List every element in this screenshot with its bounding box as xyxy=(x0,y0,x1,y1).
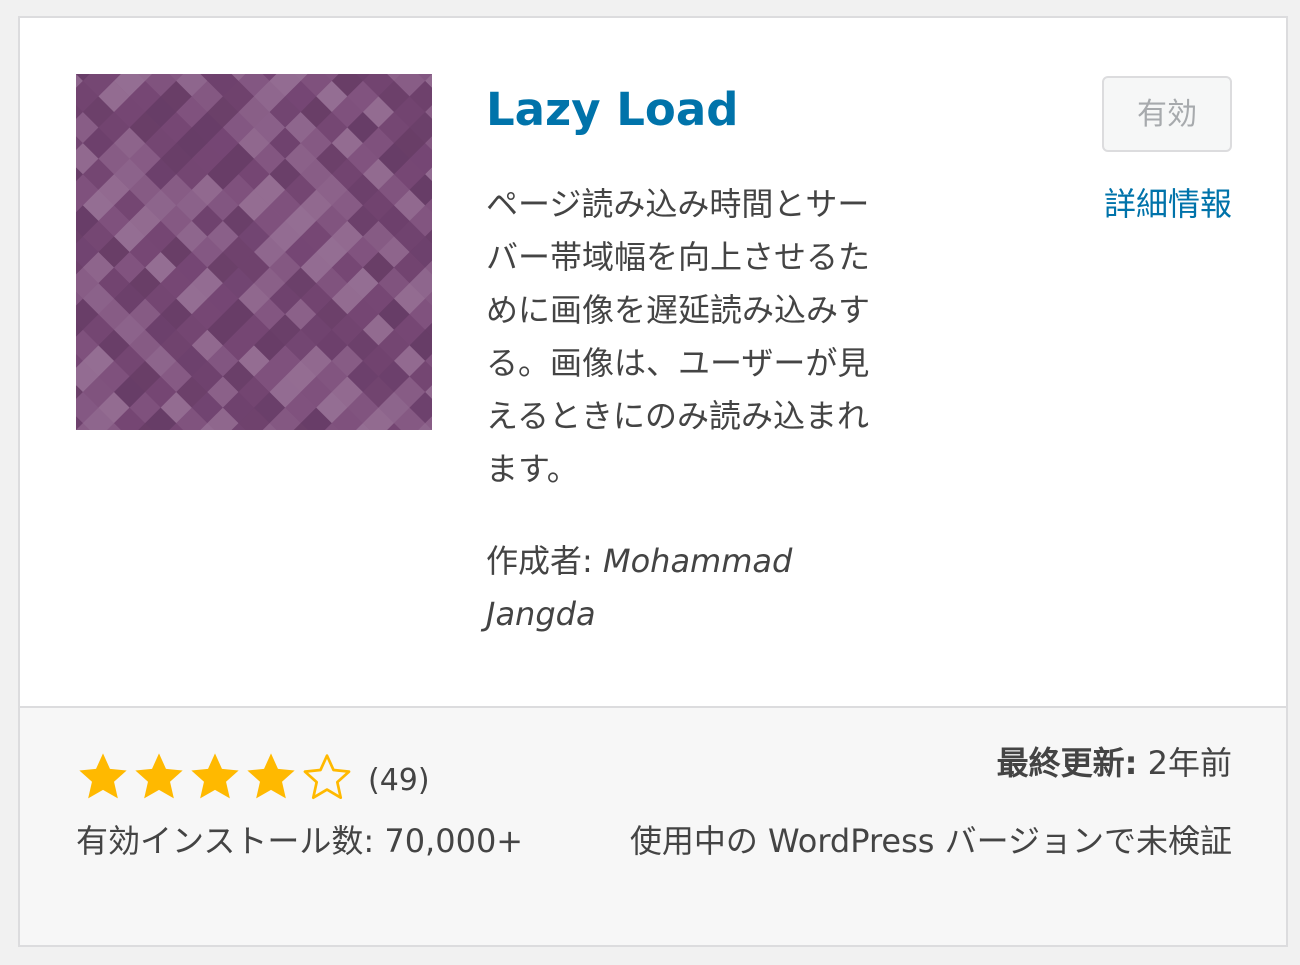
star-full-icon xyxy=(247,753,295,799)
more-details-link[interactable]: 詳細情報 xyxy=(1104,178,1232,231)
last-updated: 最終更新: 2年前 xyxy=(997,738,1232,788)
star-empty-icon xyxy=(303,754,351,800)
last-updated-label: 最終更新: xyxy=(996,744,1138,782)
activate-button[interactable]: 有効 xyxy=(1102,76,1232,152)
star-full-icon xyxy=(79,753,127,799)
plugin-card-top: Lazy Load ページ読み込み時間とサーバー帯域幅を向上させるために画像を遅… xyxy=(20,18,1286,706)
plugin-author: 作成者: Mohammad Jangda xyxy=(486,535,896,641)
star-full-icon xyxy=(135,753,183,799)
plugin-name-link[interactable]: Lazy Load xyxy=(486,80,738,140)
compatibility-notice: 使用中の WordPress バージョンで未検証 xyxy=(629,822,1232,860)
plugin-card: Lazy Load ページ読み込み時間とサーバー帯域幅を向上させるために画像を遅… xyxy=(18,16,1288,947)
rating-count: (49) xyxy=(368,762,430,798)
star-rating: (49) xyxy=(76,750,430,804)
last-updated-value: 2年前 xyxy=(1147,744,1232,782)
active-installs: 有効インストール数: 70,000+ xyxy=(76,816,523,866)
author-label: 作成者: xyxy=(486,542,593,580)
star-full-icon xyxy=(191,753,239,799)
plugin-card-bottom: (49) 有効インストール数: 70,000+ 最終更新: 2年前 使用中の W… xyxy=(20,706,1286,945)
plugin-description: ページ読み込み時間とサーバー帯域幅を向上させるために画像を遅延読み込みする。画像… xyxy=(486,185,871,488)
installs-value: 70,000+ xyxy=(384,822,524,860)
plugin-thumbnail[interactable] xyxy=(76,74,432,430)
installs-label: 有効インストール数: xyxy=(76,822,375,860)
